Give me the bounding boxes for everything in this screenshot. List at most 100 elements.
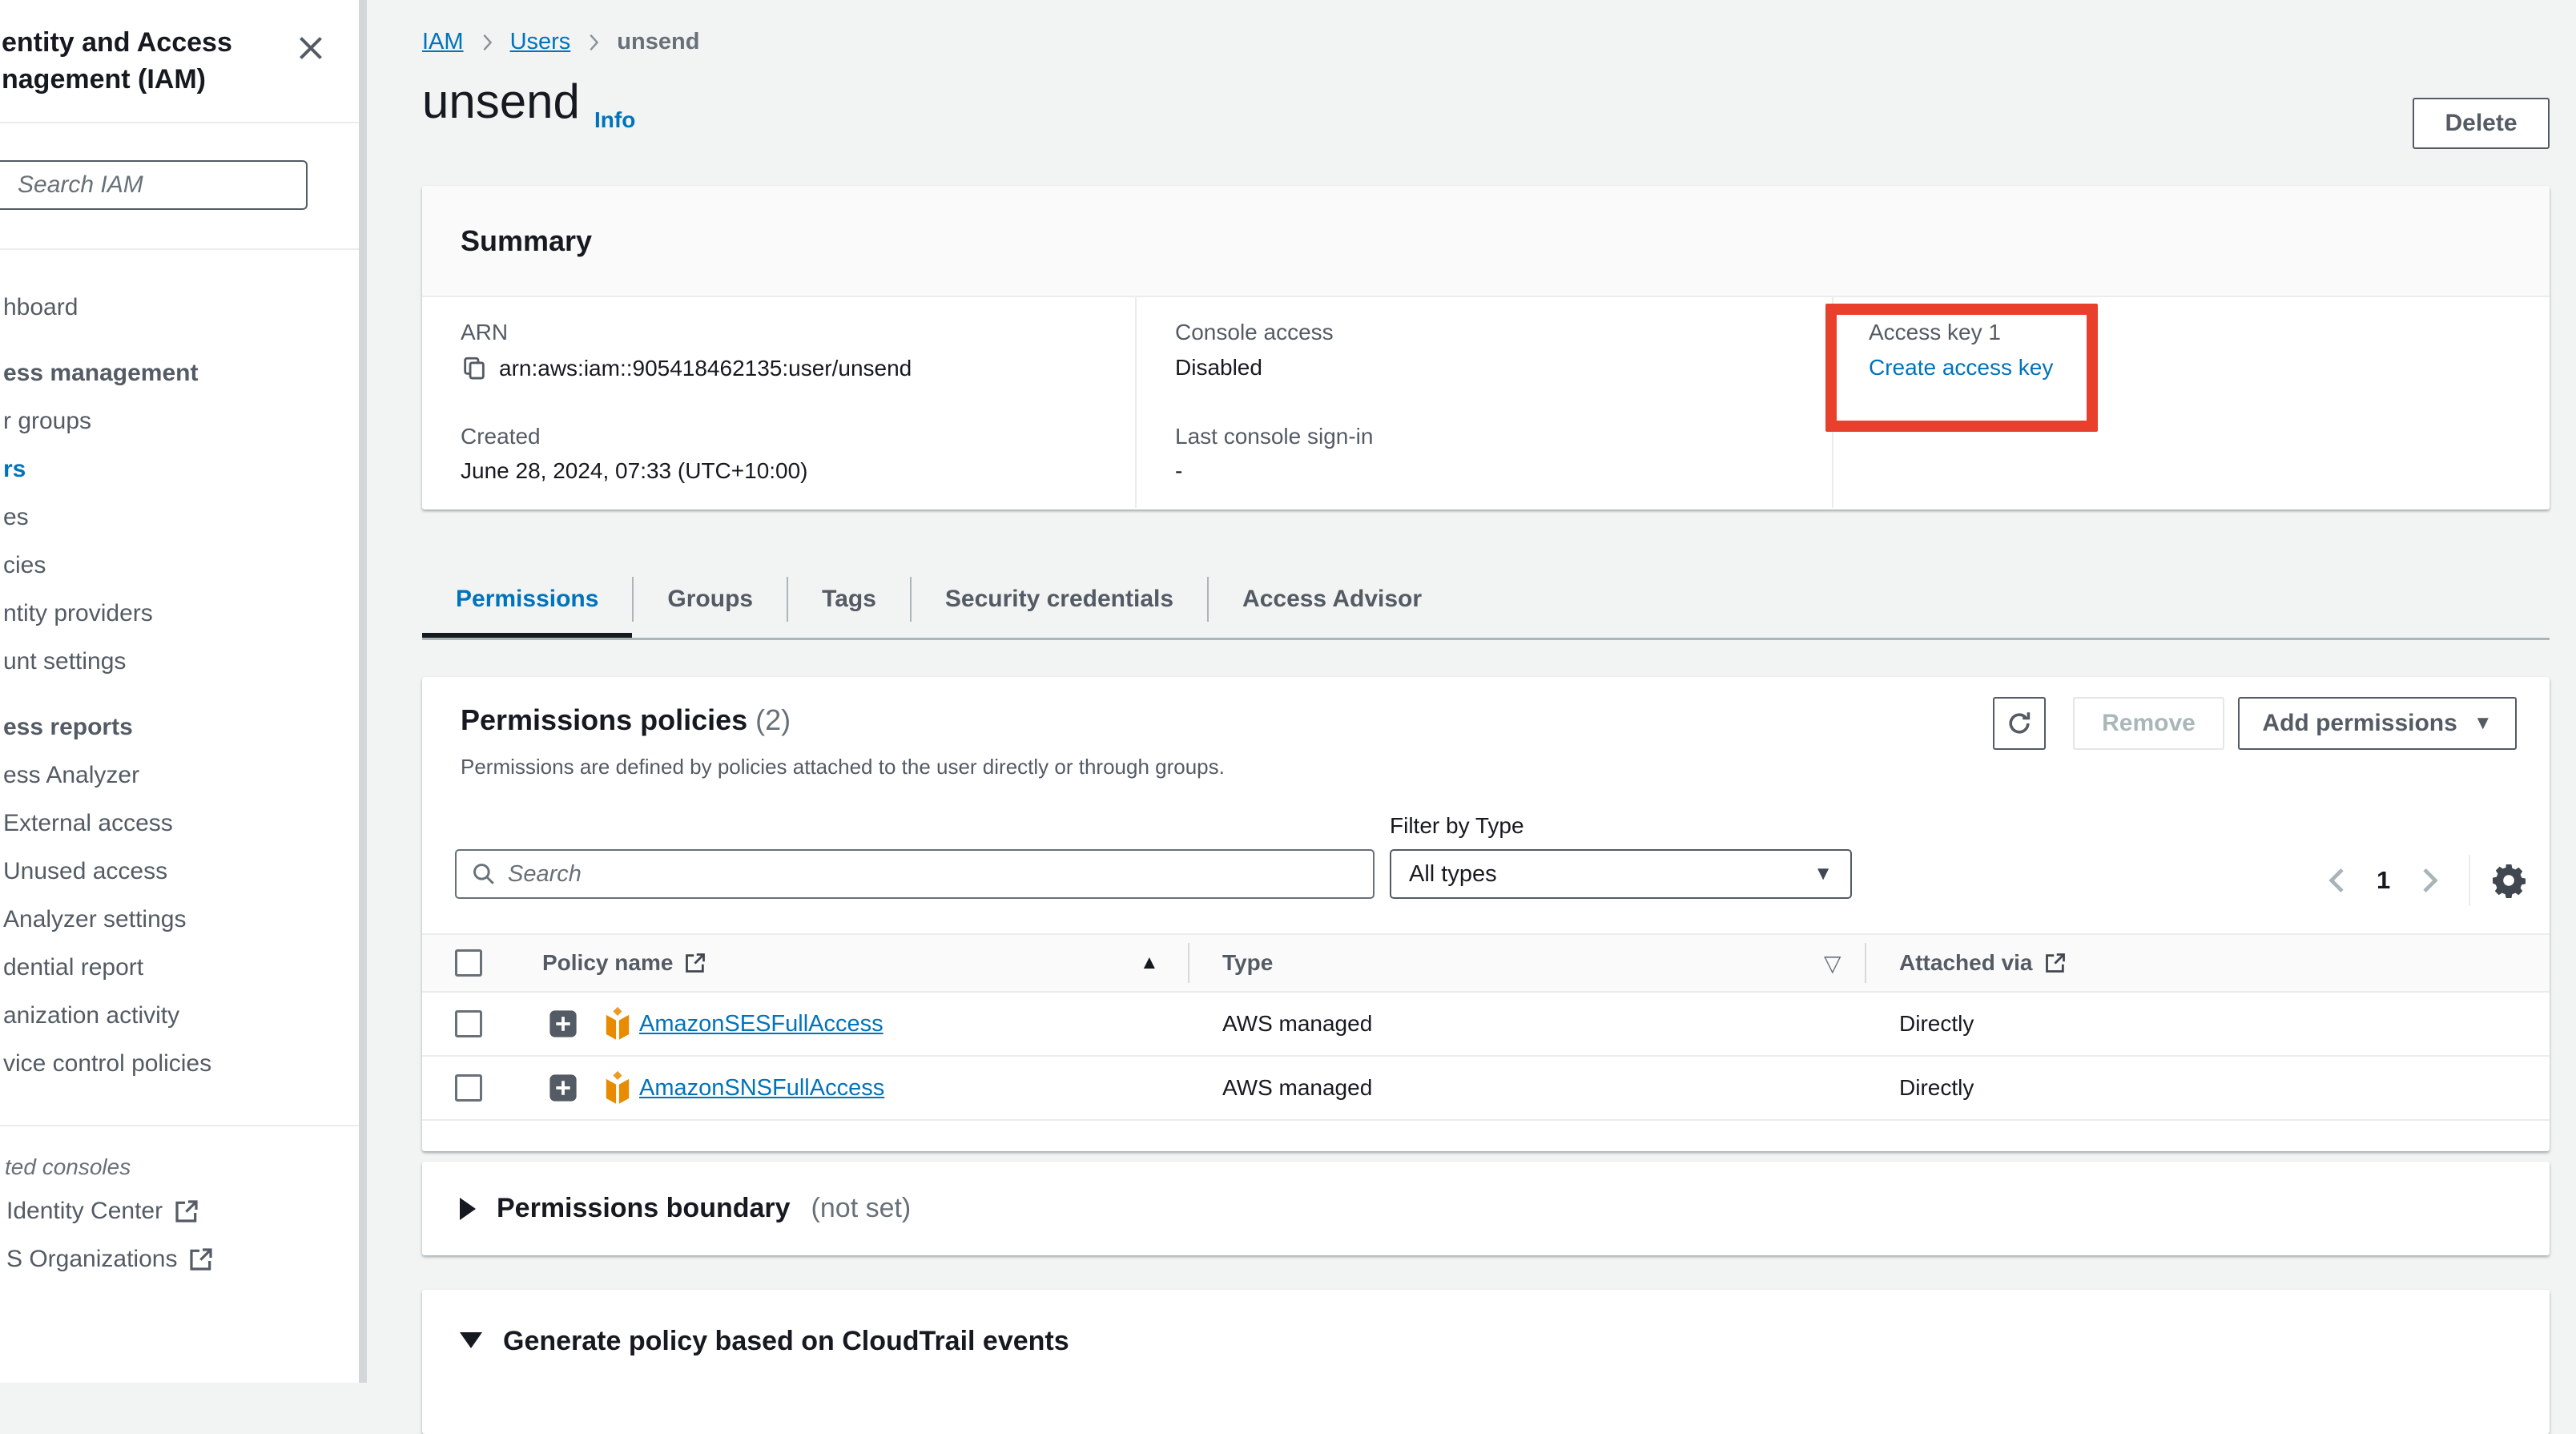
summary-heading: Summary [422,186,2550,297]
filter-icon[interactable]: ▽ [1824,935,1841,991]
sidebar-item-user-groups[interactable]: r groups [0,397,359,445]
expander-collapsed-icon[interactable] [460,1198,476,1220]
sidebar-item-roles[interactable]: es [0,493,359,542]
tab-tags[interactable]: Tags [788,561,910,638]
created-label: Created [461,424,541,449]
created-value: June 28, 2024, 07:33 (UTC+10:00) [461,458,808,484]
create-access-key-link[interactable]: Create access key [1869,355,2053,381]
policy-name-header-label: Policy name [542,950,673,976]
external-link-icon [174,1198,199,1224]
policy-search-box[interactable] [455,849,1375,899]
refresh-button[interactable] [1993,697,2046,750]
sidebar-link-identity-center[interactable]: Identity Center [0,1187,359,1235]
related-consoles-heading: ted consoles [0,1147,359,1187]
policy-search-input[interactable] [508,861,1373,888]
pagination: 1 [2322,855,2528,906]
sidebar-item-users[interactable]: rs [0,445,359,493]
tab-groups[interactable]: Groups [634,561,787,638]
column-type[interactable]: Type [1222,935,1273,991]
tab-access-advisor[interactable]: Access Advisor [1209,561,1455,638]
gear-icon[interactable] [2489,861,2528,900]
user-detail-tabs: Permissions Groups Tags Security credent… [422,561,2550,640]
chevron-right-icon [585,30,602,54]
breadcrumb-current: unsend [617,29,699,55]
sidebar-divider [0,1125,359,1126]
chevron-right-icon [478,30,496,54]
policy-link[interactable]: AmazonSESFullAccess [639,993,883,1055]
page-title: unsend [422,74,580,129]
permissions-boundary-card[interactable]: Permissions boundary (not set) [422,1162,2550,1255]
generate-policy-title: Generate policy based on CloudTrail even… [503,1326,1069,1357]
arn-value-row: arn:aws:iam::905418462135:user/unsend [461,355,912,382]
last-signin-label: Last console sign-in [1175,424,1373,449]
generate-policy-card[interactable]: Generate policy based on CloudTrail even… [422,1290,2550,1434]
caret-down-icon: ▼ [1813,864,1833,884]
tab-security-credentials[interactable]: Security credentials [912,561,1207,638]
pagination-divider [2469,855,2470,906]
permissions-policies-card: Permissions policies (2) Permissions are… [422,677,2550,1151]
sort-ascending-icon[interactable]: ▲ [1140,935,1159,991]
policy-link[interactable]: AmazonSNSFullAccess [639,1057,884,1119]
column-policy-name[interactable]: Policy name [542,935,706,991]
sidebar-item-access-analyzer[interactable]: ess Analyzer [0,751,359,800]
tab-permissions[interactable]: Permissions [422,561,632,638]
expander-expanded-icon[interactable] [460,1332,482,1348]
attached-via-header-label: Attached via [1899,950,2033,976]
sidebar-title-line2: nagement (IAM) [2,61,232,98]
breadcrumb-iam-link[interactable]: IAM [422,29,464,55]
sidebar-item-analyzer-settings[interactable]: Analyzer settings [0,896,359,944]
search-icon [471,861,497,887]
permissions-policies-count: (2) [755,703,791,736]
sidebar-divider [0,122,359,123]
permissions-policies-description: Permissions are defined by policies atta… [461,755,1225,779]
filter-by-type-label: Filter by Type [1390,813,1524,839]
select-all-checkbox[interactable] [455,949,482,977]
sidebar-item-identity-providers[interactable]: ntity providers [0,590,359,638]
type-header-label: Type [1222,950,1273,976]
permissions-policies-title-text: Permissions policies [461,703,747,736]
sidebar-item-unused-access[interactable]: Unused access [0,848,359,896]
managed-policy-icon [602,1069,634,1106]
last-signin-value: - [1175,458,1182,484]
remove-button[interactable]: Remove [2073,697,2224,750]
row-checkbox[interactable] [455,1010,482,1037]
sidebar-item-credential-report[interactable]: dential report [0,944,359,992]
sidebar-section-access-reports: ess reports [0,703,359,751]
type-filter-value: All types [1409,861,1497,888]
caret-down-icon: ▼ [2473,714,2493,733]
organizations-label: S Organizations [6,1246,177,1273]
add-permissions-button[interactable]: Add permissions ▼ [2238,697,2517,750]
type-filter-select[interactable]: All types ▼ [1390,849,1852,899]
attached-via-cell: Directly [1899,1057,1974,1119]
summary-col-console: Console access Disabled Last console sig… [1135,297,1832,508]
info-link[interactable]: Info [594,107,635,133]
external-link-icon [2044,952,2067,974]
arn-value: arn:aws:iam::905418462135:user/unsend [499,356,912,381]
row-checkbox[interactable] [455,1074,482,1102]
breadcrumb-users-link[interactable]: Users [510,29,571,55]
policy-table-header: Policy name ▲ Type ▽ Attached via [422,933,2550,993]
delete-button[interactable]: Delete [2413,98,2550,149]
close-icon[interactable] [295,32,327,64]
policy-table-row: AmazonSESFullAccess AWS managed Directly [422,993,2550,1057]
copy-icon[interactable] [461,355,488,382]
sidebar-search-input[interactable] [0,160,308,210]
identity-center-label: Identity Center [6,1198,163,1225]
sidebar-item-dashboard[interactable]: hboard [0,284,359,332]
sidebar-item-service-control-policies[interactable]: vice control policies [0,1040,359,1088]
sidebar-item-policies[interactable]: cies [0,542,359,590]
console-access-label: Console access [1175,320,1334,345]
sidebar-item-external-access[interactable]: External access [0,800,359,848]
sidebar-item-organization-activity[interactable]: anization activity [0,992,359,1040]
next-page-icon[interactable] [2413,864,2445,896]
policy-type-cell: AWS managed [1222,993,1372,1055]
summary-col-access-key: Access key 1 Create access key [1832,297,2550,508]
expand-row-icon[interactable] [548,1073,578,1103]
previous-page-icon[interactable] [2322,864,2354,896]
expand-row-icon[interactable] [548,1009,578,1039]
sidebar-nav: hboard ess management r groups rs es cie… [0,248,359,1283]
sidebar-item-account-settings[interactable]: unt settings [0,638,359,686]
sidebar-link-organizations[interactable]: S Organizations [0,1235,359,1283]
column-attached-via[interactable]: Attached via [1899,935,2067,991]
page-number[interactable]: 1 [2377,866,2390,895]
